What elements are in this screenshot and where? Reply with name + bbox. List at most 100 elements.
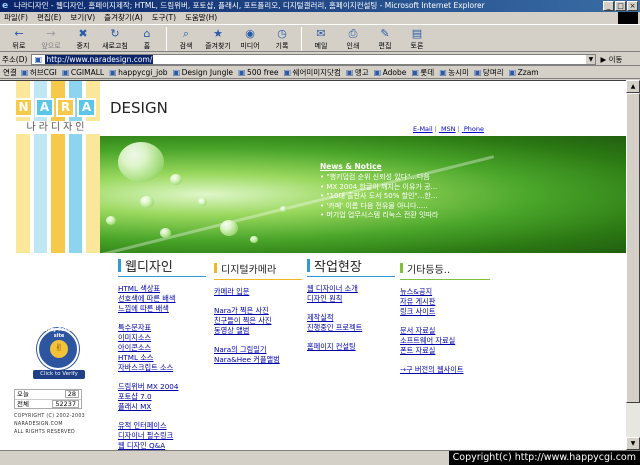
section-link[interactable]: HTML 색상표 (118, 284, 206, 294)
maximize-button[interactable]: □ (615, 1, 626, 11)
link-group: 특수문자표 이미지소스 아이콘소스 HTML 소스 자바스크립트 소스 (118, 323, 206, 373)
water-drop (118, 142, 164, 182)
menu-edit[interactable]: 편집(E) (37, 12, 61, 24)
section-title-text: 디지털카메라 (221, 264, 277, 276)
section-link[interactable]: 느낌에 따른 배색 (118, 304, 206, 314)
toolbar-label: 즐겨찾기 (205, 42, 231, 50)
news-item[interactable]: "10대 출판사 도서 50% 할인"...한... (320, 192, 438, 202)
address-dropdown-icon[interactable]: ▼ (585, 54, 596, 64)
section-link[interactable]: 카메라 입문 (214, 287, 302, 297)
scroll-down-button[interactable]: ▼ (626, 437, 640, 450)
section-link[interactable]: 포토샵 7.0 (118, 392, 206, 402)
stop-button[interactable]: ✖ 중지 (68, 25, 98, 52)
edit-button[interactable]: ✎ 편집 (370, 25, 400, 52)
search-button[interactable]: ⌕ 검색 (171, 25, 201, 52)
title-bar: e 나라디자인 - 웹디자인, 홈페이지제작; HTML, 드림위버, 포토샵,… (0, 0, 640, 12)
today-value: 28 (64, 390, 79, 398)
section-link[interactable]: 뉴스&공지 (400, 287, 490, 297)
section-link[interactable]: 동영상 앨범 (214, 326, 302, 336)
link-item[interactable]: ▣ happycgi_job (109, 68, 167, 77)
msn-link[interactable]: MSN (441, 125, 456, 133)
section-title: 웹디자인 (118, 256, 206, 275)
scroll-thumb[interactable] (626, 93, 640, 403)
back-arrow-button[interactable]: ← 뒤로 (4, 25, 34, 52)
menu-view[interactable]: 보기(V) (70, 12, 95, 24)
email-link[interactable]: E-Mail (413, 125, 433, 133)
link-item[interactable]: ▣ 당며리 (474, 67, 504, 78)
section-link[interactable]: →구 버전의 웹사이트 (400, 365, 490, 375)
click-to-verify[interactable]: Click to Verify (33, 370, 85, 379)
news-item[interactable]: '카페' 이름 다음 전유물 아니다..... (320, 202, 438, 212)
section-link[interactable]: 자바스크립트 소스 (118, 363, 206, 373)
section-link[interactable]: 폰트 자료실 (400, 346, 490, 356)
favorite-site-badge[interactable]: Reality Favorite site ✌ Click to Verify (33, 326, 85, 379)
section-link[interactable]: 디자인 원칙 (307, 294, 395, 304)
vertical-scrollbar[interactable]: ▲ ▼ (626, 80, 640, 450)
forward-arrow-button[interactable]: → 앞으로 (36, 25, 66, 52)
mail-button[interactable]: ✉ 메일 (306, 25, 336, 52)
menu-tools[interactable]: 도구(T) (152, 12, 176, 24)
close-button[interactable]: × (627, 1, 638, 11)
section-link[interactable]: 디자이너 필수링크 (118, 431, 206, 441)
minimize-button[interactable]: _ (603, 1, 614, 11)
section-link[interactable]: 플래시 MX (118, 402, 206, 412)
print-button[interactable]: ⎙ 인쇄 (338, 25, 368, 52)
section-link[interactable]: 링크 사이트 (400, 307, 490, 317)
page-icon: ▣ (373, 68, 382, 77)
link-item[interactable]: ▣ Adobe (374, 68, 407, 77)
scroll-up-button[interactable]: ▲ (626, 80, 640, 93)
section-link[interactable]: 문서 자료실 (400, 326, 490, 336)
section-link[interactable]: 선호색에 따른 배색 (118, 294, 206, 304)
history-button[interactable]: ◷ 기록 (267, 25, 297, 52)
section-link[interactable]: 웹 디자이너 소개 (307, 284, 395, 294)
link-item[interactable]: ▣ Zzam (509, 68, 539, 77)
section-link[interactable]: 홈페이지 컨설팅 (307, 342, 395, 352)
link-item[interactable]: ▣ 맹고 (346, 67, 369, 78)
discuss-button[interactable]: ▤ 토론 (402, 25, 432, 52)
address-input[interactable]: ▣ http://www.naradesign.com/ ▼ (31, 53, 597, 65)
section-link[interactable]: 친구들이 찍은 사진 (214, 316, 302, 326)
refresh-button[interactable]: ↻ 새로고침 (100, 25, 130, 52)
link-item[interactable]: ▣ CGIMALL (62, 68, 104, 77)
section-link[interactable]: Nara가 찍은 사진 (214, 306, 302, 316)
news-item[interactable]: 머기업 업무시스템 리눅스 전환 잇따라 (320, 211, 438, 221)
link-item[interactable]: ▣ 롯데 (411, 67, 434, 78)
section-link[interactable]: 제작실적 (307, 313, 395, 323)
address-url[interactable]: http://www.naradesign.com/ (45, 54, 154, 64)
phone-link[interactable]: Phone (464, 125, 484, 133)
section-link[interactable]: 유적 인터페이스 (118, 421, 206, 431)
section-link[interactable]: 특수문자표 (118, 323, 206, 333)
link-item[interactable]: ▣ 허브CGI (21, 67, 57, 78)
media-button[interactable]: ◉ 미디어 (235, 25, 265, 52)
news-notice-panel: News & Notice "행키덥컴 순위 신뢰성 있다"...다음MX 20… (320, 162, 438, 221)
menu-favorites[interactable]: 즐겨찾기(A) (104, 12, 143, 24)
favorites-button[interactable]: ★ 즐겨찾기 (203, 25, 233, 52)
link-label: CGIMALL (70, 68, 105, 77)
menu-help[interactable]: 도움말(H) (185, 12, 217, 24)
section-link[interactable]: Nara&Hee 커플앨범 (214, 355, 302, 365)
watermark-copyright: Copyright(c) http://www.happycgi.com (448, 451, 640, 465)
nara-logo[interactable]: NARA (14, 98, 96, 117)
news-item[interactable]: MX 2004 한글이 깨지는 이유가 공... (320, 183, 438, 193)
link-item[interactable]: ▣ 500 free (238, 68, 279, 77)
news-item[interactable]: "행키덥컴 순위 신뢰성 있다"...다음 (320, 173, 438, 183)
go-button[interactable]: ▶ 이동 (600, 54, 622, 65)
news-title[interactable]: News & Notice (320, 162, 438, 171)
toolbar-label: 기록 (275, 42, 289, 50)
link-label: 500 free (247, 68, 279, 77)
link-item[interactable]: ▣ 쉐어미미지닷컴 (284, 67, 341, 78)
link-item[interactable]: ▣ 농시미 (439, 67, 469, 78)
menu-file[interactable]: 파일(F) (4, 12, 28, 24)
section-link[interactable]: 웹 디자인 Q&A (118, 441, 206, 450)
section-link[interactable]: 아이콘소스 (118, 343, 206, 353)
section-link[interactable]: 이미지소스 (118, 333, 206, 343)
section-link[interactable]: 드림위버 MX 2004 (118, 382, 206, 392)
section-link[interactable]: HTML 소스 (118, 353, 206, 363)
section-link[interactable]: 자유 게시판 (400, 297, 490, 307)
home-button[interactable]: ⌂ 홈 (132, 25, 162, 52)
refresh-icon: ↻ (110, 27, 120, 40)
section-link[interactable]: 진행중인 프로젝트 (307, 323, 395, 333)
section-link[interactable]: Nara의 그림일기 (214, 345, 302, 355)
link-item[interactable]: ▣ Design Jungle (173, 68, 233, 77)
section-link[interactable]: 소프트웨어 자료실 (400, 336, 490, 346)
